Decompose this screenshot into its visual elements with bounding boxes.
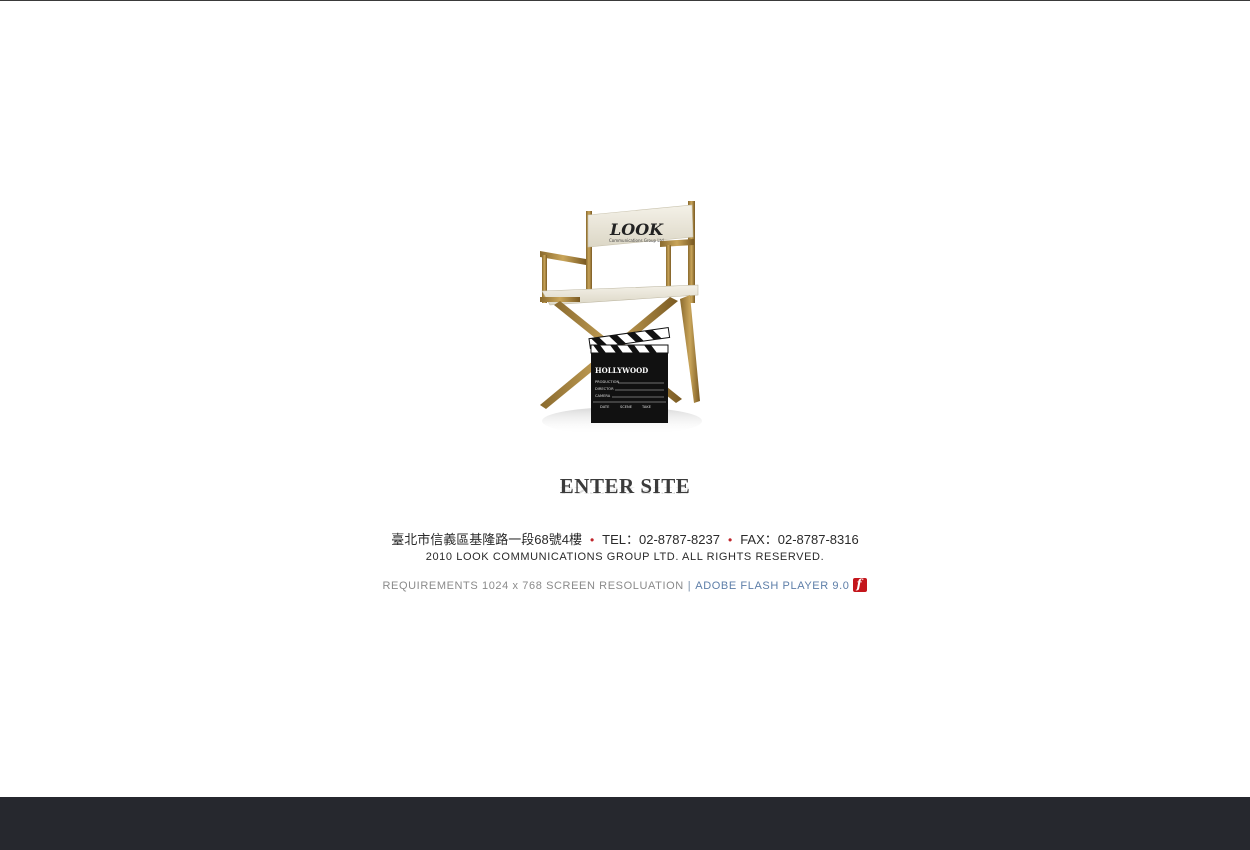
clapper-row-director: DIRECTOR <box>595 387 614 391</box>
flash-player-link[interactable]: ADOBE FLASH PLAYER 9.0 <box>695 580 849 592</box>
clapper-footer-date: DATE <box>600 405 610 409</box>
contact-line: 臺北市信義區基隆路一段68號4樓 • TEL：02-8787-8237 • FAX：02… <box>0 531 1250 549</box>
clapper-row-camera: CAMERA <box>595 394 611 398</box>
footer-bar <box>0 797 1250 850</box>
clapper-title: HOLLYWOOD <box>595 366 648 375</box>
chair-backrest-text: LOOK <box>609 220 664 239</box>
chair-backrest-subtext: Communications Group Ltd. <box>609 238 665 243</box>
separator-dot: • <box>727 533 733 547</box>
clapper-footer-scene: SCENE <box>620 405 633 409</box>
enter-site-link[interactable]: ENTER SITE <box>0 474 1250 499</box>
fax-text: FAX：02-8787-8316 <box>740 532 859 547</box>
adobe-flash-icon[interactable] <box>853 578 868 592</box>
tel-text: TEL：02-8787-8237 <box>602 532 720 547</box>
director-chair-illustration: LOOK Communications Group Ltd. HOLLYWOOD… <box>540 201 702 435</box>
separator-dot: • <box>589 533 595 547</box>
divider-pipe: | <box>687 580 692 592</box>
clapper-footer-take: TAKE <box>641 405 652 409</box>
requirements-line: REQUIREMENTS 1024 x 768 SCREEN RESOLUATI… <box>0 578 1250 593</box>
address-text: 臺北市信義區基隆路一段68號4樓 <box>391 532 582 547</box>
copyright-text: 2010 LOOK COMMUNICATIONS GROUP LTD. ALL … <box>425 551 825 563</box>
requirements-text: REQUIREMENTS 1024 x 768 SCREEN RESOLUATI… <box>382 580 684 592</box>
top-rule <box>0 0 1250 1</box>
director-chair-image[interactable]: LOOK Communications Group Ltd. HOLLYWOOD… <box>530 193 710 463</box>
clapper-row-production: PRODUCTION <box>595 380 619 384</box>
